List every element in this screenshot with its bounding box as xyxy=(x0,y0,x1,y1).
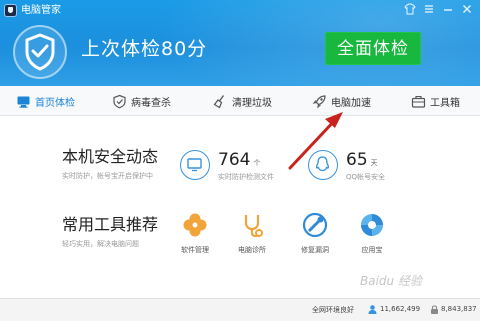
security-section-title: 本机安全动态 xyxy=(62,147,159,166)
status-bar: 全网环境良好 11,662,499 8,843,837 xyxy=(0,298,480,321)
window-controls xyxy=(403,3,474,17)
tool-fix-vulnerability[interactable]: 修复漏洞 xyxy=(295,210,335,255)
users-icon xyxy=(368,305,377,314)
tab-clean-junk-label: 清理垃圾 xyxy=(232,97,272,109)
shield-score-icon xyxy=(13,25,67,79)
tab-pc-speedup-label: 电脑加速 xyxy=(331,97,371,109)
toolbox-icon xyxy=(411,94,426,109)
tab-toolbox-label: 工具箱 xyxy=(430,97,460,109)
scanned-files-number: 764 xyxy=(218,150,251,170)
scanned-files-caption: 实时防护检测文件 xyxy=(218,173,274,181)
shirt-icon[interactable] xyxy=(403,3,417,17)
title-bar[interactable]: 电脑管家 xyxy=(0,0,480,22)
broom-icon xyxy=(213,94,228,109)
tool-pc-clinic-label: 电脑诊所 xyxy=(238,246,266,254)
software-manager-icon xyxy=(180,210,210,240)
virus-scan-icon xyxy=(112,94,127,109)
security-section-subtitle[interactable]: 实时防护，帐号宝开启保护中 xyxy=(62,171,153,181)
network-status-label: 全网环境良好 xyxy=(312,306,354,314)
menu-icon[interactable] xyxy=(422,3,436,17)
tool-software-manager[interactable]: 软件管理 xyxy=(175,210,215,255)
secondary-count: 8,843,837 xyxy=(441,305,477,313)
tab-home-check-label: 首页体检 xyxy=(35,97,75,109)
qq-penguin-icon xyxy=(308,150,338,180)
qq-safe-days-number: 65 xyxy=(346,150,368,170)
minimize-icon[interactable] xyxy=(441,3,455,17)
tab-clean-junk[interactable]: 清理垃圾 xyxy=(213,86,272,116)
app-store-icon xyxy=(357,210,387,240)
tool-software-manager-label: 软件管理 xyxy=(181,246,209,254)
tools-section-title: 常用工具推荐 xyxy=(62,215,159,234)
tab-virus-scan-label: 病毒查杀 xyxy=(131,97,171,109)
app-logo-icon xyxy=(4,4,17,17)
scanned-files-unit: 个 xyxy=(253,159,261,167)
close-icon[interactable] xyxy=(460,3,474,17)
home-icon xyxy=(16,94,31,109)
tab-home-check[interactable]: 首页体检 xyxy=(16,86,75,116)
qq-safe-days: 65 天 xyxy=(346,150,378,173)
watermark: Baidu 经验 xyxy=(360,274,422,288)
tab-toolbox[interactable]: 工具箱 xyxy=(411,86,460,116)
repair-icon xyxy=(300,210,330,240)
tools-section-subtitle: 轻巧实用，解决电脑问题 xyxy=(62,240,139,248)
tool-app-store[interactable]: 应用宝 xyxy=(352,210,392,255)
stethoscope-icon xyxy=(237,210,267,240)
lock-icon xyxy=(431,305,438,314)
tool-app-store-label: 应用宝 xyxy=(361,246,383,254)
rocket-icon xyxy=(312,94,327,109)
last-check-score: 上次体检80分 xyxy=(81,38,208,60)
qq-safe-caption: QQ帐号安全 xyxy=(346,173,386,181)
tab-virus-scan[interactable]: 病毒查杀 xyxy=(112,86,171,116)
tab-pc-speedup[interactable]: 电脑加速 xyxy=(312,86,371,116)
protected-users-count: 11,662,499 xyxy=(380,305,421,313)
monitor-icon xyxy=(180,150,210,180)
main-nav: 首页体检 病毒查杀 清理垃圾 电脑加速 工具箱 xyxy=(0,86,480,116)
qq-safe-days-unit: 天 xyxy=(370,159,378,167)
full-check-button[interactable]: 全面体检 xyxy=(325,32,421,65)
tool-pc-clinic[interactable]: 电脑诊所 xyxy=(232,210,272,255)
header-banner: 电脑管家 上次体检80分 全面体检 xyxy=(0,0,480,86)
app-title: 电脑管家 xyxy=(21,5,61,16)
scanned-files-count: 764 个 xyxy=(218,150,260,173)
tool-fix-vulnerability-label: 修复漏洞 xyxy=(301,246,329,254)
